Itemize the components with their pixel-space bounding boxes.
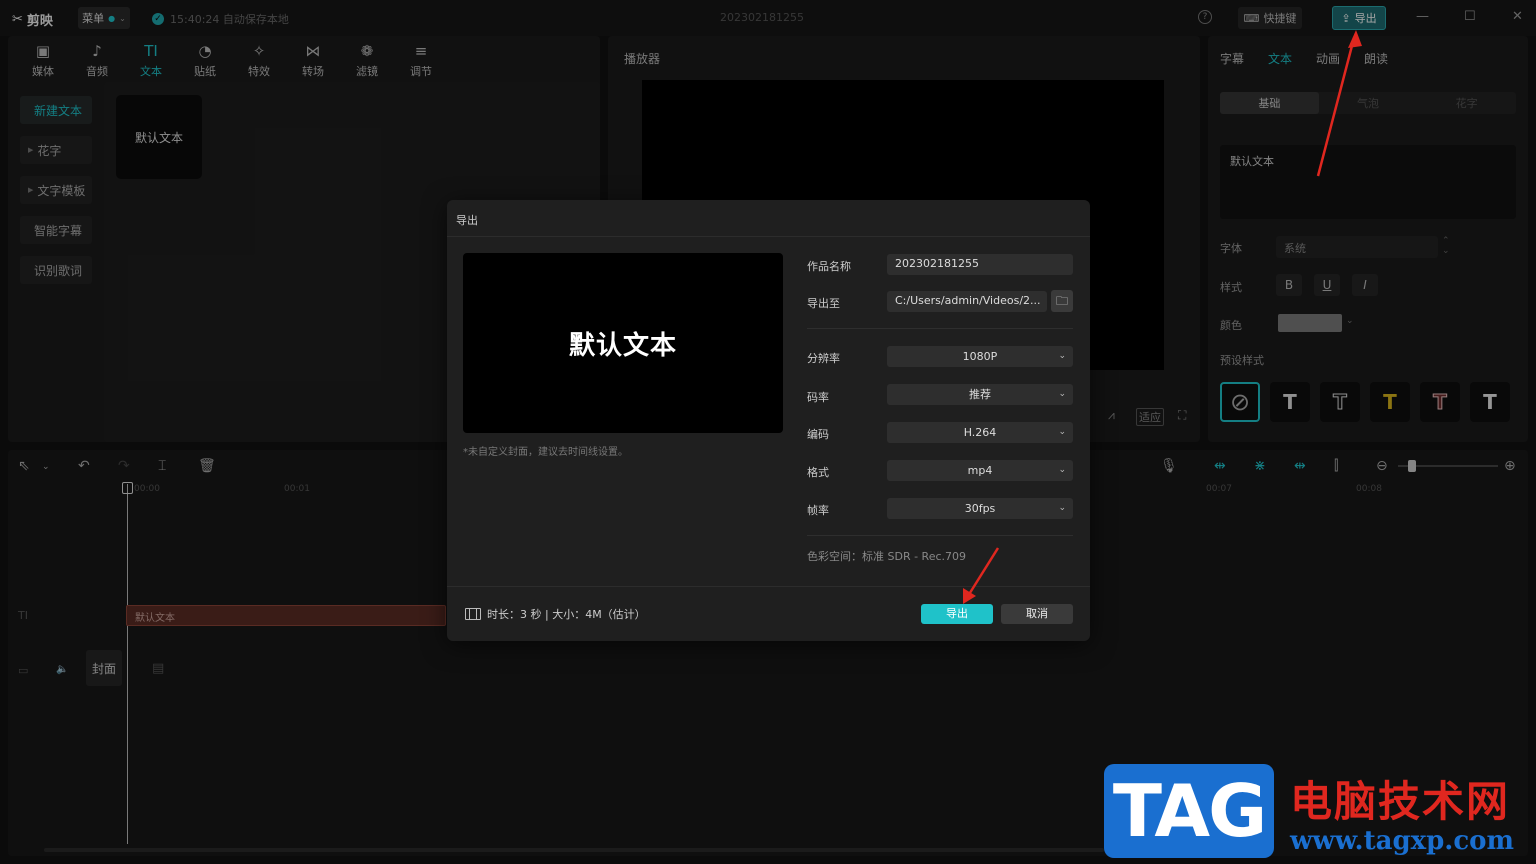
cover-note: *未自定义封面，建议去时间线设置。 [463, 447, 628, 458]
divider [447, 236, 1090, 237]
resolution-select[interactable]: 1080P ⌄ [887, 346, 1073, 367]
divider [807, 535, 1073, 536]
bitrate-label: 码率 [807, 391, 829, 404]
folder-icon[interactable]: 🗀 [1051, 290, 1073, 312]
watermark: TAG 电脑技术网 www.tagxp.com [1104, 762, 1530, 858]
format-label: 格式 [807, 466, 829, 479]
color-space-info: 色彩空间：标准 SDR - Rec.709 [807, 550, 967, 563]
cover-preview: 默认文本 [463, 253, 783, 433]
path-input[interactable]: C:/Users/admin/Videos/2... [887, 291, 1047, 312]
resolution-label: 分辨率 [807, 352, 840, 365]
dialog-title: 导出 [456, 214, 478, 227]
divider [447, 586, 1090, 587]
name-input[interactable]: 202302181255 [887, 254, 1073, 275]
codec-value: H.264 [963, 426, 997, 439]
export-summary: 时长：3 秒 | 大小：4M（估计） [465, 606, 646, 622]
export-button[interactable]: 导出 [921, 604, 993, 624]
resolution-value: 1080P [962, 350, 998, 363]
watermark-site-name: 电脑技术网 [1290, 777, 1511, 826]
film-icon [465, 608, 481, 620]
codec-label: 编码 [807, 428, 829, 441]
watermark-tag-logo: TAG [1104, 764, 1274, 858]
path-label: 导出至 [807, 297, 840, 310]
fps-value: 30fps [964, 502, 996, 515]
chevron-down-icon: ⌄ [1058, 465, 1066, 475]
format-select[interactable]: mp4 ⌄ [887, 460, 1073, 481]
bitrate-value: 推荐 [969, 388, 991, 401]
chevron-down-icon: ⌄ [1058, 427, 1066, 437]
chevron-down-icon: ⌄ [1058, 351, 1066, 361]
bitrate-select[interactable]: 推荐 ⌄ [887, 384, 1073, 405]
watermark-url: www.tagxp.com [1290, 826, 1515, 856]
chevron-down-icon: ⌄ [1058, 389, 1066, 399]
chevron-down-icon: ⌄ [1058, 503, 1066, 513]
fps-label: 帧率 [807, 504, 829, 517]
divider [807, 328, 1073, 329]
format-value: mp4 [967, 464, 993, 477]
export-dialog: 导出 默认文本 *未自定义封面，建议去时间线设置。 作品名称 202302181… [447, 200, 1090, 641]
summary-text: 时长：3 秒 | 大小：4M（估计） [487, 608, 646, 621]
cancel-button[interactable]: 取消 [1001, 604, 1073, 624]
name-label: 作品名称 [807, 260, 851, 273]
codec-select[interactable]: H.264 ⌄ [887, 422, 1073, 443]
fps-select[interactable]: 30fps ⌄ [887, 498, 1073, 519]
